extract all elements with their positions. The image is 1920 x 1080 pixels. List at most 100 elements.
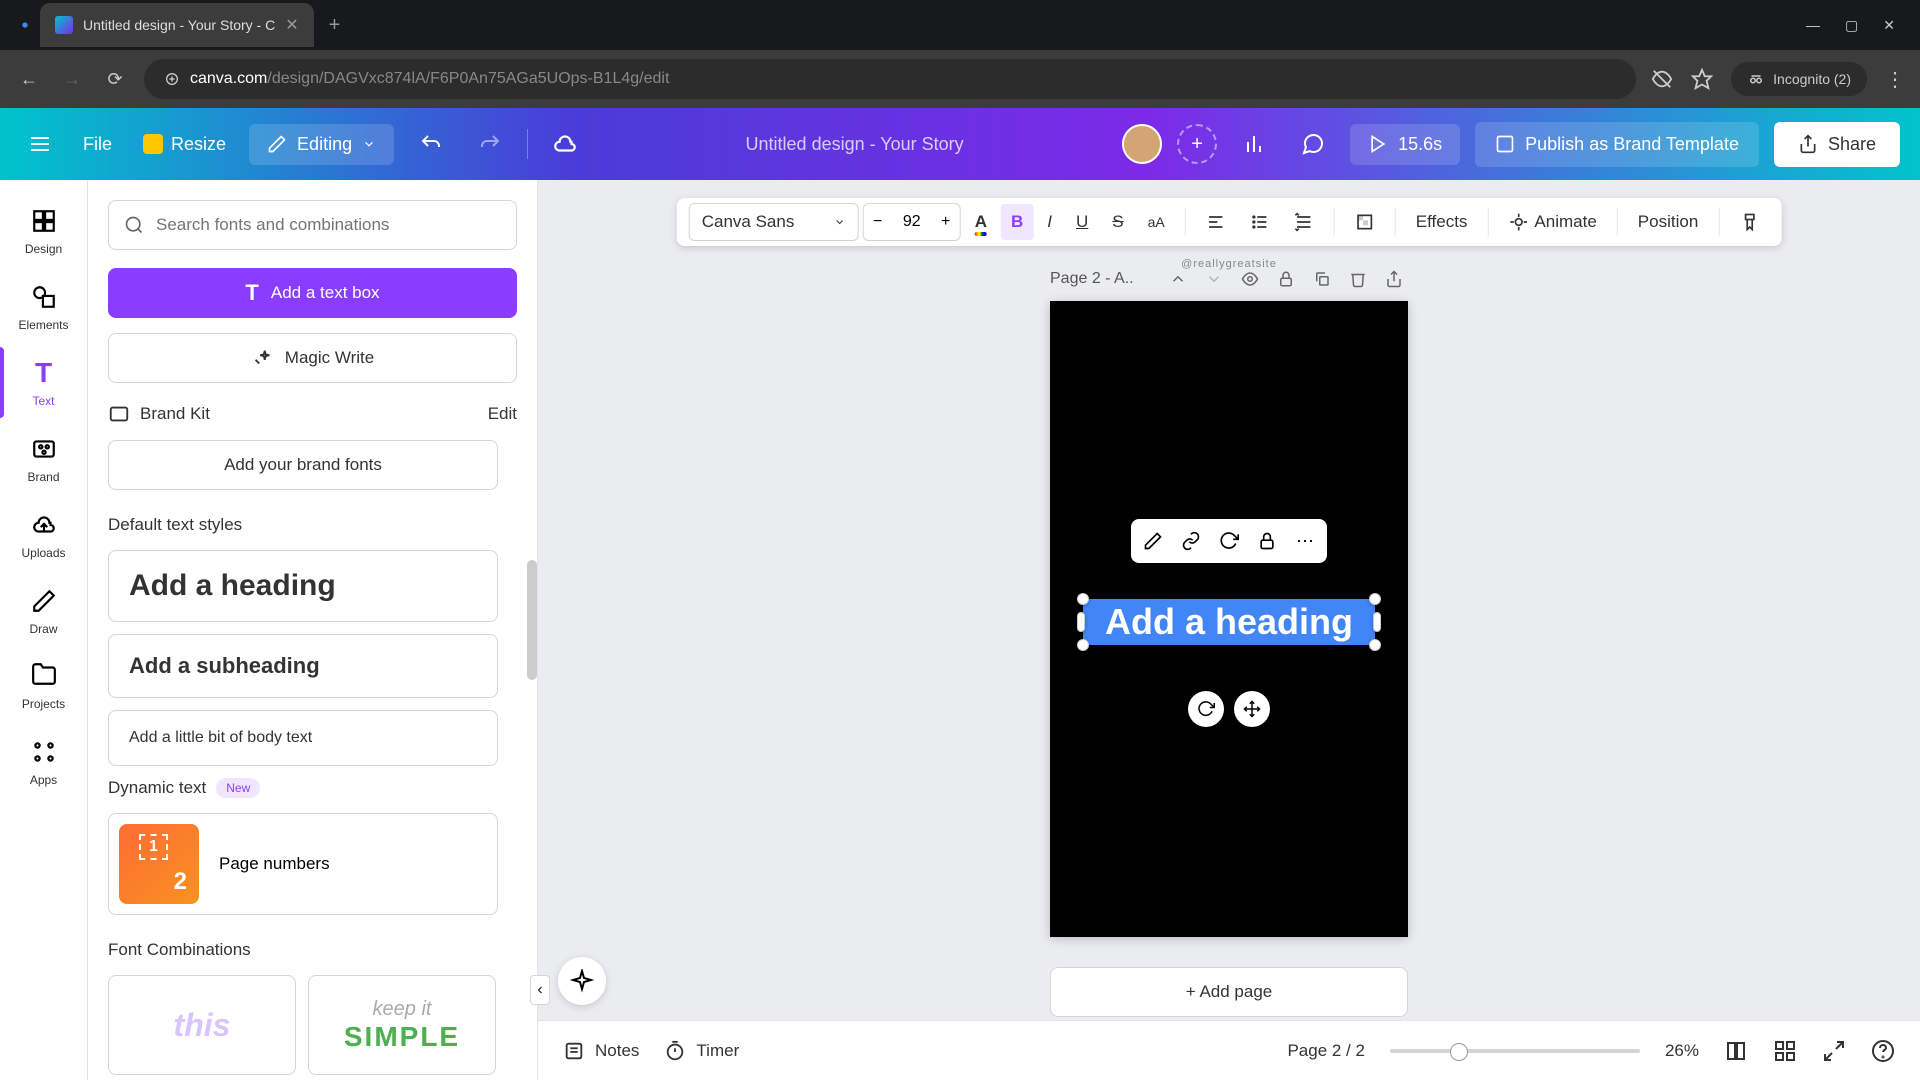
rail-projects[interactable]: Projects xyxy=(8,651,80,721)
zoom-value[interactable]: 26% xyxy=(1665,1041,1699,1061)
add-brand-fonts-button[interactable]: Add your brand fonts xyxy=(108,440,498,490)
grid-view-button[interactable] xyxy=(1724,1039,1748,1063)
move-handle[interactable] xyxy=(1234,691,1270,727)
add-body-text-button[interactable]: Add a little bit of body text xyxy=(108,710,498,766)
close-tab-icon[interactable]: ✕ xyxy=(285,15,298,35)
edit-brand-link[interactable]: Edit xyxy=(488,404,517,424)
close-window-icon[interactable]: ✕ xyxy=(1883,17,1895,34)
incognito-badge[interactable]: Incognito (2) xyxy=(1731,62,1867,96)
add-subheading-button[interactable]: Add a subheading xyxy=(108,634,498,698)
menu-button[interactable] xyxy=(20,124,60,164)
new-tab-button[interactable]: + xyxy=(314,14,356,37)
rotate-handle[interactable] xyxy=(1188,691,1224,727)
notes-button[interactable]: Notes xyxy=(563,1040,639,1062)
collapse-panel-button[interactable] xyxy=(530,975,550,1005)
url-bar[interactable]: canva.com/design/DAGVxc874lA/F6P0An75AGa… xyxy=(144,59,1636,99)
forward-button[interactable]: → xyxy=(58,65,86,93)
effects-button[interactable]: Effects xyxy=(1406,204,1478,240)
text-element[interactable]: Add a heading xyxy=(1083,599,1375,645)
resize-handle-mr[interactable] xyxy=(1373,612,1381,632)
add-collaborator-button[interactable]: + xyxy=(1177,124,1217,164)
increase-size-button[interactable]: + xyxy=(932,213,960,231)
underline-button[interactable]: U xyxy=(1066,204,1098,240)
zoom-slider[interactable] xyxy=(1390,1049,1640,1053)
comments-button[interactable] xyxy=(1291,122,1335,166)
transparency-button[interactable] xyxy=(1345,204,1385,240)
add-page-button[interactable]: + Add page xyxy=(1050,967,1408,1017)
link-element-button[interactable] xyxy=(1175,525,1207,557)
resize-handle-ml[interactable] xyxy=(1077,612,1085,632)
resize-handle-bl[interactable] xyxy=(1077,639,1089,651)
copy-style-button[interactable] xyxy=(1729,204,1769,240)
maximize-icon[interactable]: ▢ xyxy=(1845,17,1858,34)
more-element-button[interactable]: ⋯ xyxy=(1289,525,1321,557)
duration-button[interactable]: 15.6s xyxy=(1350,124,1460,165)
thumbnail-view-button[interactable] xyxy=(1773,1039,1797,1063)
share-button[interactable]: Share xyxy=(1774,122,1900,167)
redo-button[interactable] xyxy=(468,122,512,166)
font-combo-2[interactable]: keep it SIMPLE xyxy=(308,975,496,1075)
analytics-button[interactable] xyxy=(1232,122,1276,166)
resize-handle-tr[interactable] xyxy=(1369,593,1381,605)
delete-page-button[interactable] xyxy=(1344,265,1372,293)
user-avatar[interactable] xyxy=(1122,124,1162,164)
share-page-button[interactable] xyxy=(1380,265,1408,293)
spacing-button[interactable] xyxy=(1284,204,1324,240)
cloud-sync-icon[interactable] xyxy=(543,122,587,166)
font-family-dropdown[interactable]: Canva Sans xyxy=(689,203,859,241)
bookmark-star-icon[interactable] xyxy=(1691,68,1713,90)
minimize-icon[interactable]: — xyxy=(1806,17,1820,34)
browser-menu-icon[interactable]: ⋮ xyxy=(1885,67,1905,92)
position-button[interactable]: Position xyxy=(1628,204,1708,240)
resize-button[interactable]: Resize xyxy=(135,126,234,163)
text-case-button[interactable]: aA xyxy=(1138,204,1175,240)
rail-elements[interactable]: Elements xyxy=(8,271,80,342)
italic-button[interactable]: I xyxy=(1037,204,1062,240)
ai-assistant-fab[interactable] xyxy=(558,957,606,1005)
rail-design[interactable]: Design xyxy=(8,195,80,266)
bold-button[interactable]: B xyxy=(1001,204,1033,240)
text-color-button[interactable]: A xyxy=(965,204,997,240)
font-size-value[interactable]: 92 xyxy=(892,213,932,231)
file-menu[interactable]: File xyxy=(75,126,120,163)
editing-mode-button[interactable]: Editing xyxy=(249,124,394,165)
eye-off-icon[interactable] xyxy=(1651,68,1673,90)
publish-button[interactable]: Publish as Brand Template xyxy=(1475,122,1759,167)
magic-write-button[interactable]: Magic Write xyxy=(108,333,517,383)
strikethrough-button[interactable]: S xyxy=(1102,204,1133,240)
regenerate-button[interactable] xyxy=(1213,525,1245,557)
fullscreen-button[interactable] xyxy=(1822,1039,1846,1063)
resize-handle-tl[interactable] xyxy=(1077,593,1089,605)
font-combo-1[interactable]: this xyxy=(108,975,296,1075)
help-button[interactable] xyxy=(1871,1039,1895,1063)
page-numbers-item[interactable]: 12 Page numbers xyxy=(108,813,498,915)
add-text-box-button[interactable]: T Add a text box xyxy=(108,268,517,318)
canvas-page[interactable]: @reallygreatsite ⋯ Add a heading xyxy=(1050,301,1408,937)
page-indicator[interactable]: Page 2 / 2 xyxy=(1287,1041,1365,1061)
rail-brand[interactable]: Brand xyxy=(8,423,80,494)
edit-element-button[interactable] xyxy=(1137,525,1169,557)
alignment-button[interactable] xyxy=(1196,204,1236,240)
rail-text[interactable]: T Text xyxy=(8,347,80,418)
list-button[interactable] xyxy=(1240,204,1280,240)
document-title[interactable]: Untitled design - Your Story xyxy=(602,134,1107,155)
add-heading-button[interactable]: Add a heading xyxy=(108,550,498,622)
rail-uploads[interactable]: Uploads xyxy=(8,499,80,570)
timer-button[interactable]: Timer xyxy=(664,1040,739,1062)
decrease-size-button[interactable]: − xyxy=(864,213,892,231)
rail-apps[interactable]: Apps xyxy=(8,726,80,797)
back-button[interactable]: ← xyxy=(15,65,43,93)
active-tab[interactable]: Untitled design - Your Story - C ✕ xyxy=(40,3,314,47)
page-label[interactable]: Page 2 - A.. xyxy=(1050,270,1154,288)
search-box[interactable] xyxy=(108,200,517,250)
pinned-tab[interactable] xyxy=(10,5,40,45)
reload-button[interactable]: ⟳ xyxy=(101,65,129,93)
undo-button[interactable] xyxy=(409,122,453,166)
selected-text[interactable]: Add a heading xyxy=(1083,599,1375,645)
panel-scrollbar[interactable] xyxy=(527,560,537,680)
resize-handle-br[interactable] xyxy=(1369,639,1381,651)
rail-draw[interactable]: Draw xyxy=(8,575,80,646)
search-input[interactable] xyxy=(156,215,501,235)
animate-button[interactable]: Animate xyxy=(1498,204,1606,240)
duplicate-page-button[interactable] xyxy=(1308,265,1336,293)
